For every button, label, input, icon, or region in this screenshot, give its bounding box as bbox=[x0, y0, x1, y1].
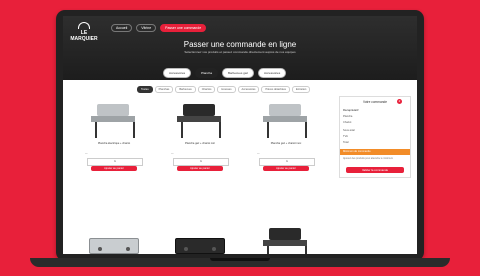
product-grid: Plancha électrique + chariot — 1 Ajouter… bbox=[79, 96, 331, 254]
filter-chip[interactable]: Toutes bbox=[137, 86, 153, 93]
product-card bbox=[79, 224, 149, 254]
quantity-stepper[interactable]: 1 bbox=[259, 158, 315, 166]
tab-accessories-2[interactable]: Accessoires bbox=[258, 68, 287, 78]
product-card: Plancha gaz + chariot noir — 1 Ajouter a… bbox=[165, 96, 235, 176]
product-card: Plancha gaz + chariot inox — 1 Ajouter a… bbox=[251, 96, 321, 176]
cart-note: Ajoutez des produits pour atteindre le m… bbox=[343, 157, 393, 160]
top-nav: Accueil Vitrine Passer une commande bbox=[111, 24, 207, 32]
product-title: Plancha électrique + chariot bbox=[97, 142, 131, 145]
tab-plancha[interactable]: Plancha bbox=[195, 68, 219, 78]
cart-line: Total bbox=[343, 141, 407, 144]
page-title: Passer une commande en ligne bbox=[183, 40, 297, 49]
product-title: Plancha gaz + chariot inox bbox=[270, 142, 302, 145]
cart-section-title: Récapitulatif bbox=[343, 108, 359, 112]
nav-home[interactable]: Accueil bbox=[111, 24, 133, 32]
product-card bbox=[251, 224, 321, 254]
filter-chip[interactable]: Chariots bbox=[197, 86, 216, 93]
cart-line: TVA bbox=[343, 135, 407, 138]
tab-accessories[interactable]: Accessoires bbox=[163, 68, 192, 78]
product-image[interactable] bbox=[263, 228, 307, 254]
filter-chip[interactable]: Planchas bbox=[154, 86, 174, 93]
cart-line: Plancha bbox=[343, 115, 407, 118]
page-subtitle: Sélectionnez vos produits et passez comm… bbox=[184, 50, 296, 54]
product-image[interactable] bbox=[89, 238, 139, 254]
product-title: Plancha gaz + chariot noir bbox=[184, 142, 216, 145]
checkout-button[interactable]: Valider la commande bbox=[346, 167, 404, 173]
min-order-alert: Minimum de commande bbox=[340, 149, 410, 155]
category-tabs: Accessoires Plancha Barbecues gaz Access… bbox=[163, 68, 287, 78]
laptop-notch bbox=[210, 258, 270, 261]
add-to-cart-button[interactable]: Ajouter au panier bbox=[91, 166, 137, 171]
laptop-screen: LE MARQUIER Accueil Vitrine Passer une c… bbox=[63, 16, 417, 254]
hero-banner: LE MARQUIER Accueil Vitrine Passer une c… bbox=[63, 16, 417, 80]
cart-line-label: Plancha bbox=[343, 115, 353, 118]
product-card: Plancha électrique + chariot — 1 Ajouter… bbox=[79, 96, 149, 176]
filter-chip[interactable]: Barbecues bbox=[175, 86, 196, 93]
cart-line-label: TVA bbox=[343, 135, 348, 138]
product-image[interactable] bbox=[177, 104, 221, 138]
filter-chip[interactable]: Entretien bbox=[291, 86, 311, 93]
add-to-cart-button[interactable]: Ajouter au panier bbox=[177, 166, 223, 171]
product-image[interactable] bbox=[263, 104, 307, 138]
product-image[interactable] bbox=[175, 238, 225, 254]
product-price: — bbox=[85, 152, 88, 155]
cart-line: Sous-total bbox=[343, 129, 407, 132]
product-price: — bbox=[171, 152, 174, 155]
filter-chip[interactable]: Pièces détachées bbox=[261, 86, 290, 93]
cart-line-label: Chariot bbox=[343, 121, 352, 124]
cart-line-label: Sous-total bbox=[343, 129, 355, 132]
cart-line-label: Total bbox=[343, 141, 349, 144]
quantity-stepper[interactable]: 1 bbox=[173, 158, 229, 166]
tab-gas-bbq[interactable]: Barbecues gaz bbox=[222, 68, 255, 78]
nav-showcase[interactable]: Vitrine bbox=[136, 24, 157, 32]
brand-logo[interactable]: LE MARQUIER bbox=[69, 22, 99, 42]
product-card bbox=[165, 224, 235, 254]
filter-chips: Toutes Planchas Barbecues Chariots Houss… bbox=[137, 86, 311, 93]
nav-order[interactable]: Passer une commande bbox=[160, 24, 207, 32]
filter-chip[interactable]: Housses bbox=[217, 86, 236, 93]
quantity-stepper[interactable]: 1 bbox=[87, 158, 143, 166]
add-to-cart-button[interactable]: Ajouter au panier bbox=[263, 166, 309, 171]
filter-chip[interactable]: Accessoires bbox=[237, 86, 260, 93]
product-image[interactable] bbox=[91, 104, 135, 138]
cart-count-badge: 2 bbox=[397, 99, 402, 104]
order-summary: Votre commande 2 Récapitulatif Plancha C… bbox=[339, 96, 411, 178]
logo-icon bbox=[78, 22, 90, 29]
product-price: — bbox=[257, 152, 260, 155]
cart-line: Chariot bbox=[343, 121, 407, 124]
